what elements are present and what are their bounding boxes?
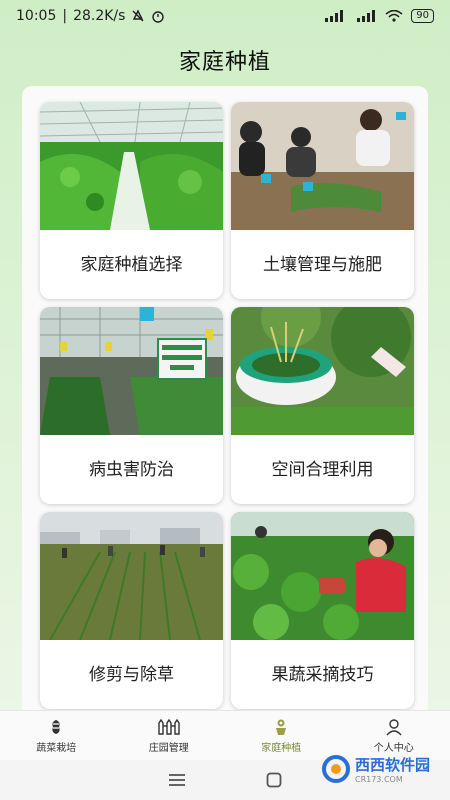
tire-planter-photo [231, 307, 414, 435]
nav-label: 蔬菜栽培 [36, 743, 77, 754]
home-icon[interactable] [266, 772, 282, 788]
card-label: 病虫害防治 [89, 459, 174, 480]
status-separator: | [62, 8, 68, 24]
nav-vegetable-cultivation[interactable]: 蔬菜栽培 [0, 711, 113, 761]
greenhouse-sign-photo [40, 307, 223, 435]
status-speed: 28.2K/s [73, 8, 126, 24]
card-label: 土壤管理与施肥 [263, 254, 382, 275]
flower-pot-icon [276, 719, 287, 735]
vegetable-icon [52, 720, 60, 734]
card-label: 家庭种植选择 [80, 254, 183, 275]
card-pruning-weeding[interactable]: 修剪与除草 [40, 512, 223, 709]
content-panel: 家庭种植选择 土壤管理与施肥 病虫害防治 空间合理利用 修剪与除草 果蔬采摘技巧 [22, 86, 428, 726]
card-home-planting-choice[interactable]: 家庭种植选择 [40, 102, 223, 299]
menu-icon[interactable] [168, 773, 186, 787]
card-pest-control[interactable]: 病虫害防治 [40, 307, 223, 504]
mute-icon [132, 9, 144, 22]
nav-label: 个人中心 [373, 743, 414, 754]
person-icon [386, 719, 402, 736]
fence-icon [158, 718, 180, 735]
card-label: 修剪与除草 [89, 664, 174, 685]
alarm-icon [152, 11, 165, 23]
signal-icon-2 [357, 10, 376, 22]
card-grid: 家庭种植选择 土壤管理与施肥 病虫害防治 空间合理利用 修剪与除草 果蔬采摘技巧 [40, 102, 414, 726]
card-label: 果蔬采摘技巧 [271, 664, 374, 685]
card-label: 空间合理利用 [271, 459, 374, 480]
watermark-logo [321, 755, 350, 783]
battery-indicator: 90 [411, 9, 434, 23]
nav-label: 家庭种植 [261, 743, 302, 754]
watermark-url: CR173.COM [354, 775, 403, 784]
page-title: 家庭种植 [178, 50, 271, 75]
watermark-brand: 西西软件园 [354, 756, 430, 774]
field-workers-photo [40, 512, 223, 640]
card-space-use[interactable]: 空间合理利用 [231, 307, 414, 504]
watermark: 西西软件园 CR173.COM [321, 754, 430, 784]
signal-icon [325, 10, 344, 22]
nav-label: 庄园管理 [148, 743, 189, 754]
status-bar: 10:05 | 28.2K/s 90 [0, 0, 450, 32]
card-soil-fertilizer[interactable]: 土壤管理与施肥 [231, 102, 414, 299]
status-time: 10:05 [16, 8, 57, 24]
children-watering-photo [231, 102, 414, 230]
strawberry-picking-photo [231, 512, 414, 640]
nav-manor-management[interactable]: 庄园管理 [113, 711, 226, 761]
greenhouse-peppers-photo [40, 102, 223, 230]
wifi-icon [385, 10, 403, 22]
card-harvest-skills[interactable]: 果蔬采摘技巧 [231, 512, 414, 709]
